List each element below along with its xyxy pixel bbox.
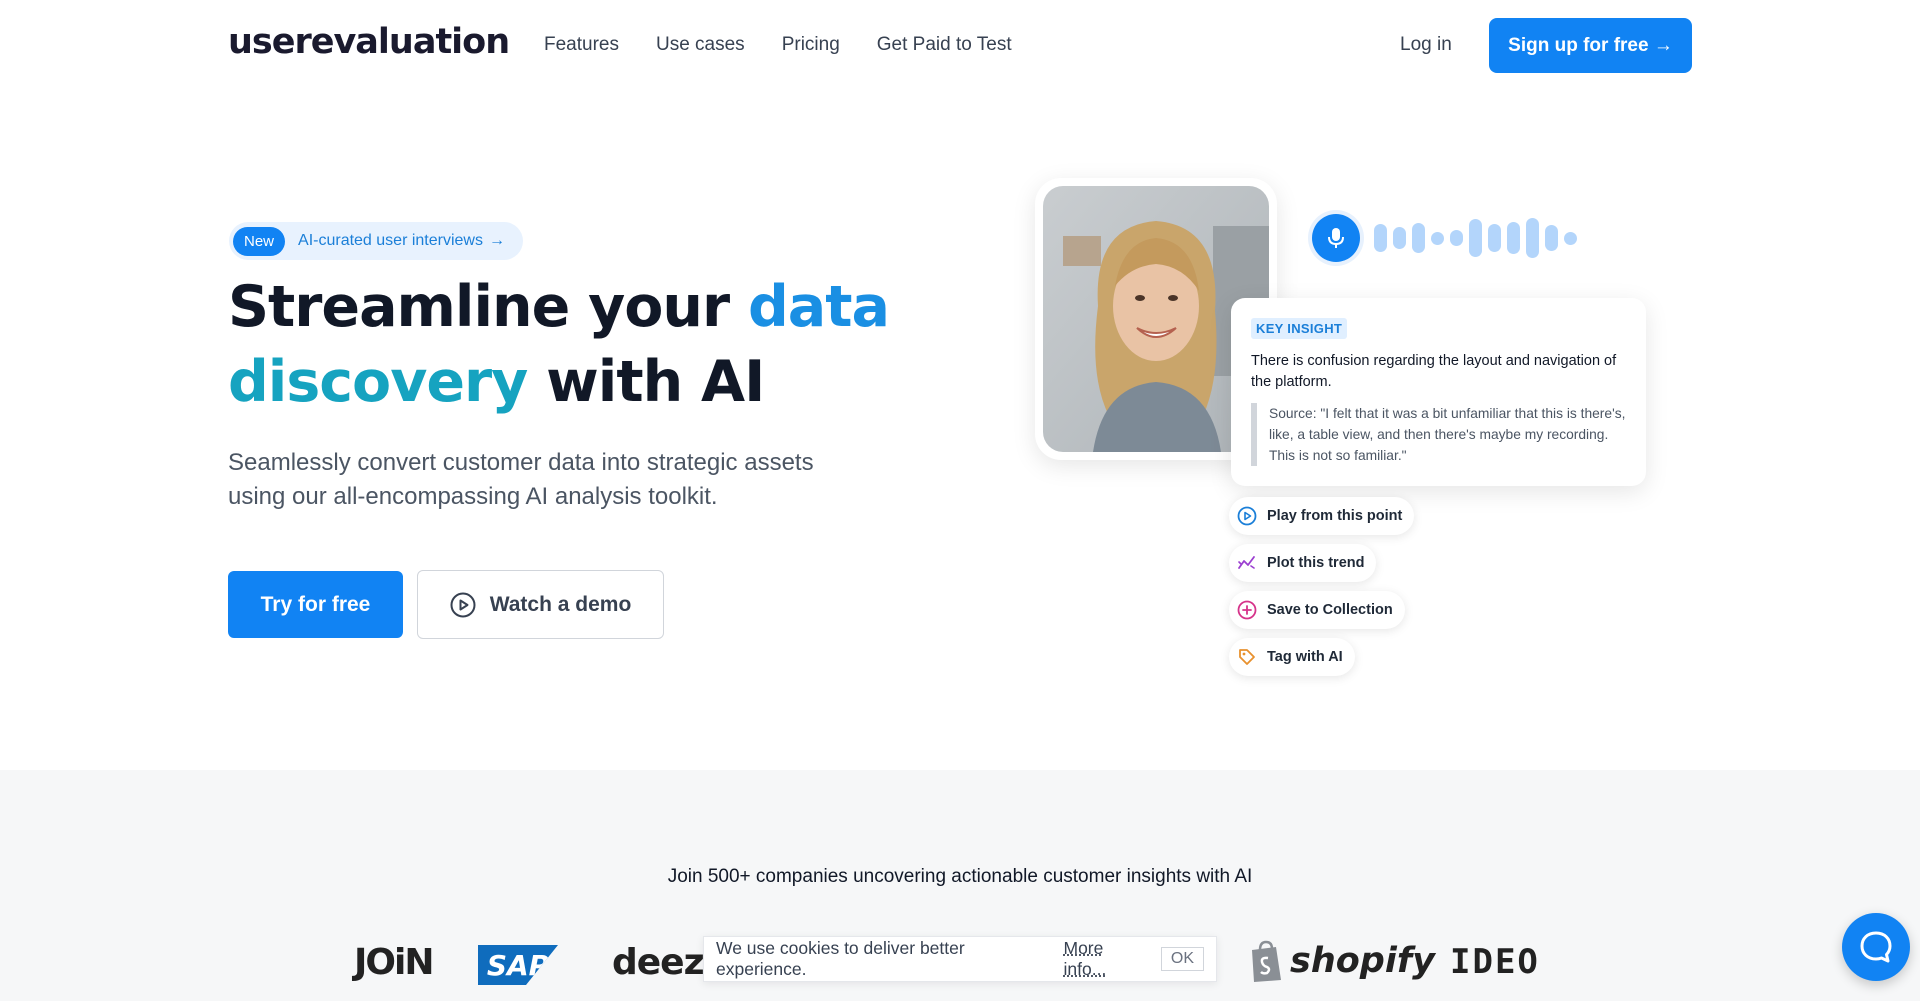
- plot-trend-button[interactable]: Plot this trend: [1229, 544, 1377, 582]
- action-label: Tag with AI: [1267, 649, 1343, 665]
- action-label: Plot this trend: [1267, 555, 1365, 571]
- hero-subtext: Seamlessly convert customer data into st…: [228, 449, 814, 510]
- nav-link-pricing[interactable]: Pricing: [782, 34, 840, 56]
- action-label: Save to Collection: [1267, 602, 1393, 618]
- microphone-icon: [1312, 214, 1360, 262]
- trend-icon: [1238, 556, 1255, 569]
- key-insight-card: KEY INSIGHT There is confusion regarding…: [1231, 298, 1646, 486]
- play-circle-icon: [450, 592, 476, 617]
- headline-part-3: discovery: [228, 349, 528, 415]
- arrow-right-icon: →: [488, 232, 505, 249]
- announcement-badge[interactable]: New AI-curated user interviews →: [229, 222, 523, 260]
- insight-quote: Source: "I felt that it was a bit unfami…: [1251, 403, 1626, 466]
- nav-link-features[interactable]: Features: [544, 34, 619, 56]
- save-collection-button[interactable]: Save to Collection: [1229, 591, 1405, 629]
- headline-part-4: with AI: [527, 349, 765, 415]
- cookie-ok-button[interactable]: OK: [1160, 947, 1204, 971]
- tag-with-ai-button[interactable]: Tag with AI: [1229, 638, 1355, 676]
- join-logo: JOiN: [354, 942, 434, 983]
- watch-demo-button[interactable]: Watch a demo: [417, 570, 664, 639]
- tag-icon: [1239, 649, 1255, 665]
- plus-circle-icon: [1237, 600, 1257, 620]
- shopify-wordmark: shopify: [1290, 941, 1435, 981]
- top-nav: userevaluation Features Use cases Pricin…: [0, 0, 1920, 92]
- try-free-button[interactable]: Try for free: [228, 571, 403, 638]
- headline-part-1: Streamline your: [228, 274, 748, 340]
- headline-part-2: data: [747, 274, 890, 340]
- social-proof-text: Join 500+ companies uncovering actionabl…: [667, 866, 1253, 887]
- ideo-logo: IDEO: [1450, 942, 1540, 982]
- cookie-more-info-link[interactable]: More info...: [1064, 938, 1149, 980]
- play-circle-icon: [1237, 506, 1257, 526]
- chat-bubble-icon: [1860, 931, 1892, 963]
- cookie-text: We use cookies to deliver better experie…: [716, 938, 965, 979]
- key-insight-tag: KEY INSIGHT: [1251, 318, 1348, 339]
- new-badge: New: [233, 226, 286, 256]
- insight-title: There is confusion regarding the layout …: [1251, 353, 1617, 390]
- audio-waveform: [1374, 218, 1577, 258]
- shopify-bag-icon: [1252, 940, 1281, 982]
- shopify-logo: shopify: [1248, 940, 1435, 982]
- nav-link-use-cases[interactable]: Use cases: [656, 34, 745, 56]
- action-label: Play from this point: [1267, 508, 1403, 524]
- nav-link-get-paid[interactable]: Get Paid to Test: [877, 34, 1012, 56]
- chat-widget-button[interactable]: [1842, 913, 1910, 981]
- badge-text: AI-curated user interviews: [298, 232, 483, 249]
- play-from-point-button[interactable]: Play from this point: [1229, 497, 1415, 535]
- login-link[interactable]: Log in: [1400, 34, 1452, 56]
- watch-demo-label: Watch a demo: [489, 592, 632, 616]
- microphone-button[interactable]: [1308, 210, 1364, 266]
- nav-links: Features Use cases Pricing Get Paid to T…: [544, 34, 1012, 56]
- sap-logo: SAP: [478, 945, 558, 985]
- cookie-banner: We use cookies to deliver better experie…: [703, 936, 1217, 982]
- hero-headline: Streamline your data discovery with AI: [228, 270, 928, 420]
- brand-logo[interactable]: userevaluation: [228, 22, 510, 62]
- signup-button[interactable]: Sign up for free →: [1489, 18, 1692, 73]
